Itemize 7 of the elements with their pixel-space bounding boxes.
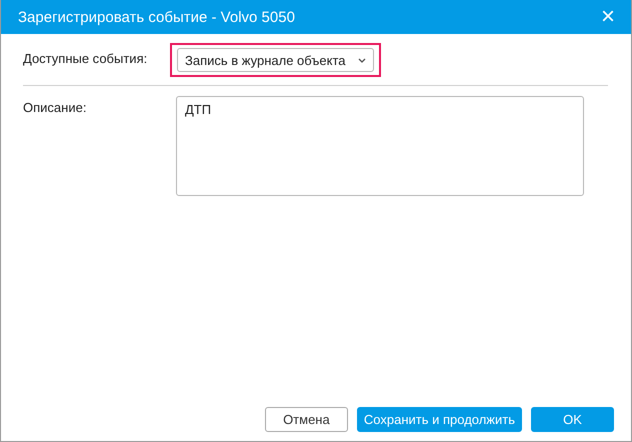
description-field[interactable]: ДТП	[176, 96, 584, 196]
field-label: Доступные события:	[23, 51, 148, 66]
event-select[interactable]: Запись в журнале объекта	[177, 48, 374, 72]
chevron-down-icon	[358, 58, 366, 62]
window-title: Зарегистрировать событие - Volvo 5050	[18, 8, 295, 26]
field-label: Описание:	[23, 100, 88, 115]
cancel-button[interactable]: Отмена	[264, 407, 348, 432]
